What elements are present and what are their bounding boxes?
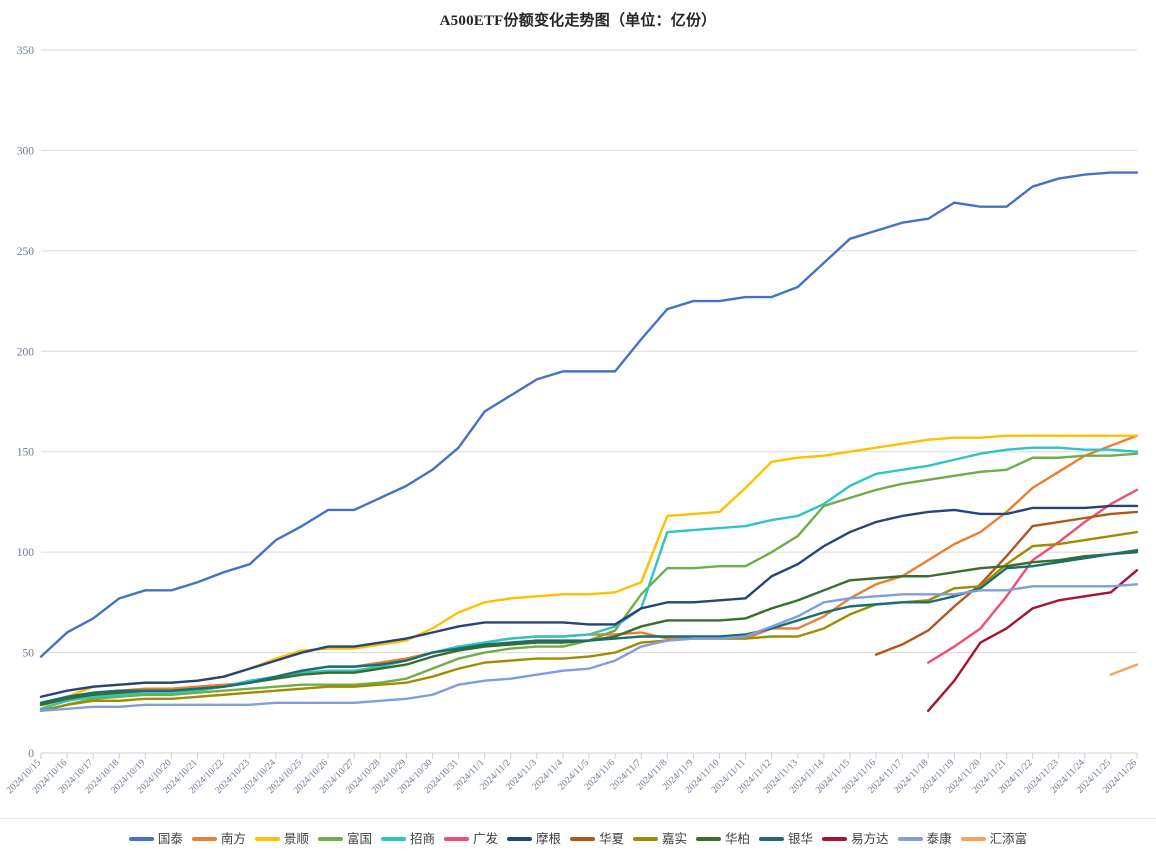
legend-swatch-icon (897, 837, 923, 841)
legend-swatch-icon (759, 837, 785, 841)
legend-item[interactable]: 汇添富 (960, 831, 1028, 846)
x-axis-tick-labels: 2024/10/152024/10/162024/10/172024/10/18… (4, 757, 1139, 796)
legend-item-label: 景顺 (283, 831, 309, 846)
legend-item-label: 泰康 (926, 831, 952, 846)
legend-item[interactable]: 景顺 (254, 831, 309, 846)
x-axis (40, 752, 1138, 759)
legend-item[interactable]: 银华 (759, 833, 813, 846)
series-line (39, 530, 1139, 713)
series-line (39, 550, 1139, 706)
legend-item-label: 富国 (346, 831, 372, 846)
legend-item[interactable]: 华柏 (696, 833, 750, 846)
legend-swatch-icon (128, 837, 154, 841)
legend-item-label: 广发 (472, 831, 498, 846)
legend-swatch-icon (570, 837, 595, 841)
legend-item[interactable]: 南方 (191, 831, 246, 846)
y-tick-label: 50 (23, 648, 35, 660)
legend-item-label: 银华 (788, 831, 814, 846)
legend-item-label: 摩根 (535, 831, 561, 846)
legend-item-label: 华夏 (599, 831, 625, 846)
legend-swatch-icon (443, 837, 469, 841)
legend-item[interactable]: 华夏 (570, 833, 624, 846)
y-tick-label: 250 (17, 246, 35, 258)
legend-item-label: 招商 (409, 831, 435, 846)
y-tick-label: 200 (17, 346, 35, 358)
legend-item-label: 华柏 (725, 831, 751, 846)
y-tick-label: 350 (17, 45, 35, 57)
legend-item-label: 嘉实 (662, 831, 688, 846)
chart-plot-area: 0 50 100 150 200 250 300 350 2024/10/15 2024/10/… (0, 0, 1156, 815)
series-line (39, 171, 1139, 658)
chart-svg: 050100150200250300350 2024/10/152024/10/… (4, 45, 1139, 796)
legend-swatch-icon (380, 837, 406, 841)
y-tick-label: 300 (17, 145, 35, 157)
y-tick-label: 150 (17, 447, 35, 459)
legend-swatch-icon (506, 837, 532, 841)
legend-swatch-icon (822, 837, 848, 841)
legend-item-label: 汇添富 (989, 831, 1028, 846)
legend-swatch-icon (633, 837, 659, 841)
legend-item-label: 国泰 (157, 831, 183, 846)
gridlines (41, 49, 1137, 654)
series-line (39, 452, 1139, 713)
legend-item[interactable]: 泰康 (897, 831, 952, 846)
y-axis-tick-labels: 050100150200250300350 (17, 45, 35, 760)
legend-item[interactable]: 国泰 (128, 831, 183, 846)
legend-swatch-icon (254, 837, 280, 841)
legend-item[interactable]: 招商 (380, 831, 435, 846)
series-lines (39, 171, 1139, 713)
legend-swatch-icon (696, 837, 722, 841)
legend-item-label: 南方 (220, 831, 246, 846)
legend-item[interactable]: 易方达 (822, 833, 889, 846)
legend-item[interactable]: 嘉实 (633, 833, 687, 846)
legend-item-label: 易方达 (851, 831, 889, 846)
series-line (927, 569, 1139, 713)
legend-item[interactable]: 广发 (443, 831, 498, 846)
legend-swatch-icon (191, 837, 217, 841)
legend-item[interactable]: 富国 (317, 831, 372, 846)
y-tick-label: 100 (17, 547, 35, 559)
series-line (1109, 663, 1139, 676)
legend-item[interactable]: 摩根 (506, 831, 561, 846)
series-line (874, 510, 1139, 656)
legend-swatch-icon (960, 837, 986, 841)
chart-legend: 国泰 南方 景顺 富国 招商 广发 摩根 华夏 嘉实 华柏 银华 易方达 泰康 汇添富 (0, 818, 1156, 857)
legend-swatch-icon (317, 837, 343, 841)
